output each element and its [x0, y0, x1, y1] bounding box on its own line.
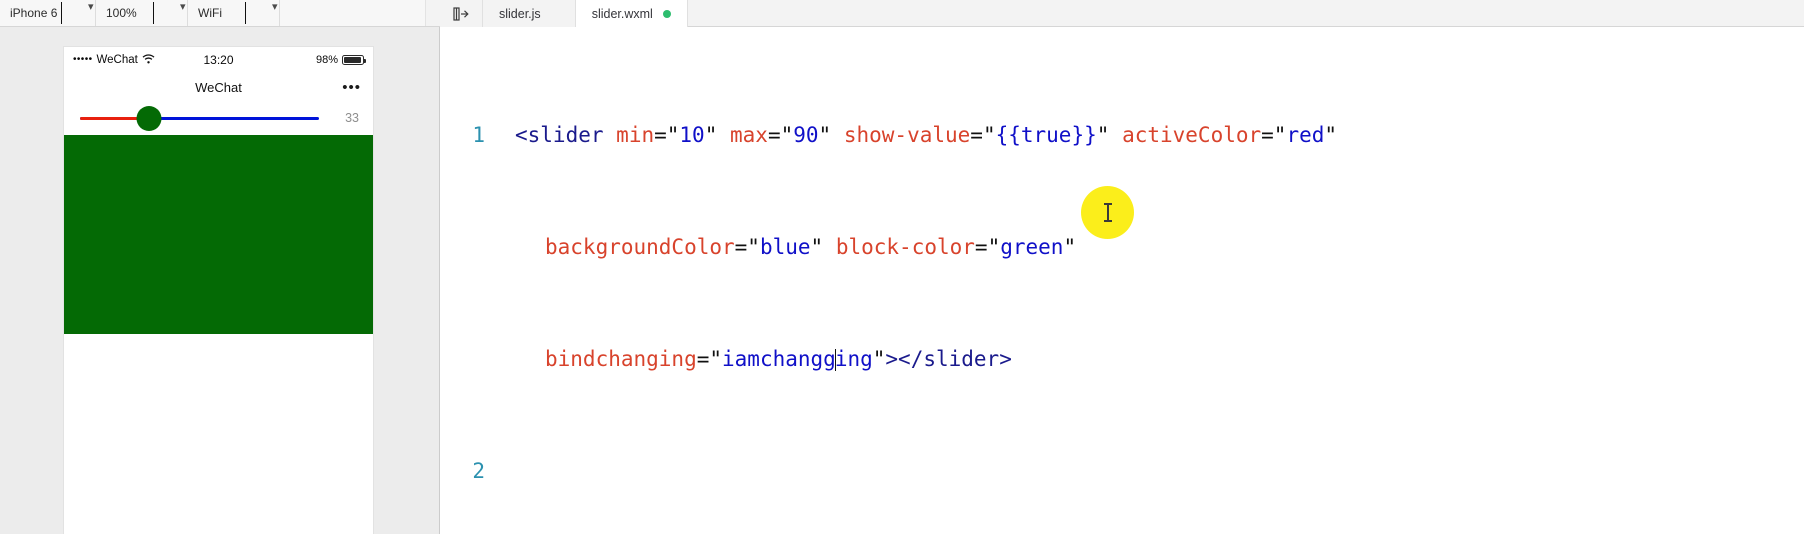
- statusbar-left: ••••• WeChat: [73, 53, 155, 67]
- code-editor[interactable]: 1 <slider min="10" max="90" show-value="{…: [441, 27, 1804, 534]
- click-highlight: [1081, 186, 1134, 239]
- tab-slider-wxml[interactable]: slider.wxml: [575, 0, 688, 27]
- navbar-title: WeChat: [195, 79, 242, 95]
- code-content: 1 <slider min="10" max="90" show-value="{…: [441, 37, 1476, 534]
- phone-navbar: WeChat •••: [64, 73, 373, 101]
- attr-showvalue-value: {{true}}: [995, 123, 1097, 147]
- attr-backgroundcolor-value: blue: [759, 235, 811, 259]
- attr-bindchanging-name: bindchanging: [545, 347, 697, 371]
- toolbar-select-group: iPhone 6 ▾ 100% ▾ WiFi ▾: [0, 0, 280, 26]
- attr-min-eq: =": [654, 123, 680, 147]
- wifi-icon: [142, 53, 155, 67]
- line-number: 2: [472, 459, 485, 483]
- code-line-2: 2: [441, 457, 1476, 485]
- attr-backgroundcolor-quote: ": [810, 235, 824, 259]
- slider-control[interactable]: [80, 105, 319, 131]
- attr-blockcolor-quote: ": [1063, 235, 1077, 259]
- attr-blockcolor-name: block-color: [835, 235, 975, 259]
- attr-blockcolor-value: green: [1000, 235, 1064, 259]
- slider-thumb[interactable]: [136, 105, 162, 131]
- attr-bindchanging-quote: ": [872, 347, 886, 371]
- attr-showvalue-name: show-value: [843, 123, 971, 147]
- slider-row: 33: [64, 101, 373, 135]
- battery-percent-label: 98%: [315, 54, 338, 66]
- chevron-down-icon: ▾: [61, 2, 94, 24]
- phone-statusbar: ••••• WeChat 13:20 98%: [64, 47, 373, 73]
- battery-icon: [342, 55, 366, 65]
- device-select-value: iPhone 6: [10, 6, 58, 20]
- statusbar-right: 98%: [315, 54, 366, 66]
- attr-max-name: max: [730, 123, 768, 147]
- top-toolbar: iPhone 6 ▾ 100% ▾ WiFi ▾: [0, 0, 1804, 27]
- attr-max-eq: =": [767, 123, 794, 147]
- tab-label: slider.wxml: [591, 6, 653, 21]
- signal-dots-icon: •••••: [73, 54, 93, 65]
- chevron-down-icon: ▾: [153, 2, 186, 24]
- attr-bindchanging-eq: =": [696, 347, 723, 371]
- chevron-down-icon: ▾: [245, 2, 278, 24]
- device-select[interactable]: iPhone 6 ▾: [0, 0, 96, 26]
- attr-activecolor-value: red: [1286, 123, 1325, 147]
- attr-activecolor-quote: ": [1324, 123, 1338, 147]
- attr-max-quote: ": [818, 123, 832, 147]
- tab-modified-dot: [662, 9, 671, 18]
- attr-showvalue-eq: =": [970, 123, 996, 147]
- code-line-1-wrap-a: backgroundColor="blue" block-color="gree…: [441, 233, 1476, 261]
- more-options-icon[interactable]: •••: [342, 80, 361, 95]
- attr-blockcolor-eq: =": [974, 235, 1001, 259]
- attr-max-value: 90: [793, 123, 819, 147]
- split-editor-icon[interactable]: [440, 0, 483, 27]
- attr-min-name: min: [616, 123, 655, 147]
- attr-activecolor-eq: =": [1261, 123, 1287, 147]
- green-view-block: [64, 135, 373, 334]
- editor-tabstrip: slider.js slider.wxml: [440, 0, 688, 27]
- attr-activecolor-name: activeColor: [1122, 123, 1262, 147]
- zoom-select-value: 100%: [106, 6, 137, 20]
- tag-open: <slider: [515, 123, 604, 147]
- slider-value-label: 33: [345, 111, 359, 125]
- attr-bindchanging-value-part2: ing: [834, 347, 873, 371]
- attr-bindchanging-value-part1: iamchangg: [722, 347, 836, 371]
- code-line-1: 1 <slider min="10" max="90" show-value="{…: [441, 121, 1476, 149]
- carrier-label: WeChat: [96, 54, 138, 66]
- phone-preview: ••••• WeChat 13:20 98% WeChat ••• 33: [64, 47, 373, 534]
- attr-backgroundcolor-name: backgroundColor: [545, 235, 735, 259]
- simulator-panel: ••••• WeChat 13:20 98% WeChat ••• 33: [0, 27, 440, 534]
- tab-slider-js[interactable]: slider.js: [483, 0, 576, 27]
- tab-label: slider.js: [499, 6, 541, 21]
- line-number: 1: [472, 123, 485, 147]
- toolbar-spacer: [280, 0, 426, 26]
- zoom-select[interactable]: 100% ▾: [96, 0, 188, 26]
- attr-showvalue-quote: ": [1096, 123, 1110, 147]
- attr-backgroundcolor-eq: =": [734, 235, 760, 259]
- code-line-1-wrap-b: bindchanging="iamchangging"></slider>: [441, 345, 1476, 373]
- text-cursor-icon: [1103, 203, 1112, 222]
- network-select-value: WiFi: [198, 6, 222, 20]
- attr-min-quote: ": [704, 123, 718, 147]
- network-select[interactable]: WiFi ▾: [188, 0, 280, 26]
- attr-min-value: 10: [679, 123, 705, 147]
- tag-close-slider: ></slider>: [885, 347, 1012, 371]
